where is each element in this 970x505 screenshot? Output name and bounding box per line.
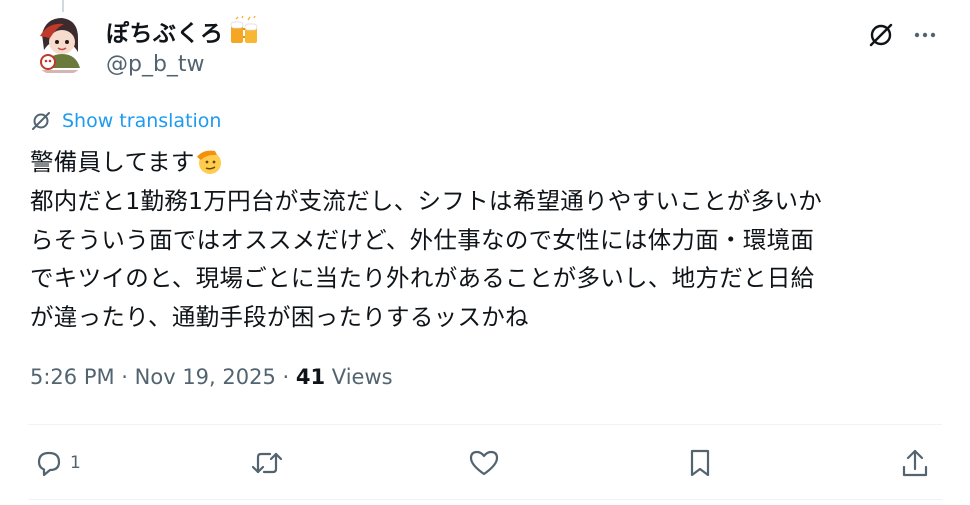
retweet-icon — [251, 452, 283, 474]
retweet-button[interactable] — [250, 440, 284, 486]
like-button[interactable] — [468, 440, 500, 486]
like-icon — [469, 450, 499, 476]
tweet-text: 警備員してます 都内だと1勤務1万円台が支流だし、シフトは希望通りやすいことが多… — [30, 143, 950, 337]
tweet: ぽちぶくろ @p_b_tw Show translation 警備員してます 都… — [0, 0, 970, 505]
share-button[interactable] — [900, 440, 930, 486]
views-count: 41 — [295, 365, 326, 389]
display-name-text: ぽちぶくろ — [106, 21, 224, 47]
views-label: Views — [325, 365, 393, 389]
avatar[interactable] — [28, 12, 92, 76]
show-translation-label: Show translation — [62, 110, 222, 132]
bookmark-button[interactable] — [686, 440, 714, 486]
reply-button[interactable]: 1 — [34, 440, 81, 486]
reply-icon — [37, 451, 61, 477]
divider-bottom — [28, 499, 942, 500]
translate-icon — [32, 112, 50, 130]
grok-button[interactable] — [864, 18, 898, 52]
tweet-text-line: らそういう面ではオススメだけど、外仕事なので女性には体力面・環境面 — [30, 225, 815, 254]
more-options-button[interactable] — [908, 18, 942, 52]
beer-emoji-icon — [228, 15, 262, 46]
share-icon — [902, 449, 928, 477]
tweet-text-line: が違ったり、通勤手段が困ったりするッスかね — [30, 303, 529, 332]
thread-line — [62, 0, 64, 12]
meta-separator: · — [275, 365, 296, 389]
tweet-meta: 5:26 PM · Nov 19, 2025 · 41 Views — [30, 365, 393, 389]
tweet-text-line: 都内だと1勤務1万円台が支流だし、シフトは希望通りやすいことが多いか — [30, 186, 823, 215]
more-icon — [914, 32, 936, 38]
tweet-text-line: でキツイのと、現場ごとに当たり外れがあることが多いし、地方だと日給 — [30, 264, 815, 293]
reply-count: 1 — [70, 453, 81, 473]
tweet-text-line: 警備員してます — [30, 143, 950, 182]
tweet-date[interactable]: Nov 19, 2025 — [135, 365, 276, 389]
show-translation-link[interactable]: Show translation — [30, 110, 221, 132]
meta-separator: · — [114, 365, 135, 389]
display-name[interactable]: ぽちぶくろ — [106, 14, 262, 48]
bookmark-icon — [690, 449, 710, 477]
user-handle[interactable]: @p_b_tw — [106, 52, 205, 77]
tweet-text-segment: 警備員してます — [30, 148, 195, 176]
divider-top — [28, 424, 942, 425]
grok-icon — [869, 23, 893, 47]
action-bar: 1 — [0, 440, 970, 486]
salute-emoji-icon — [195, 147, 223, 175]
tweet-time[interactable]: 5:26 PM — [30, 365, 115, 389]
